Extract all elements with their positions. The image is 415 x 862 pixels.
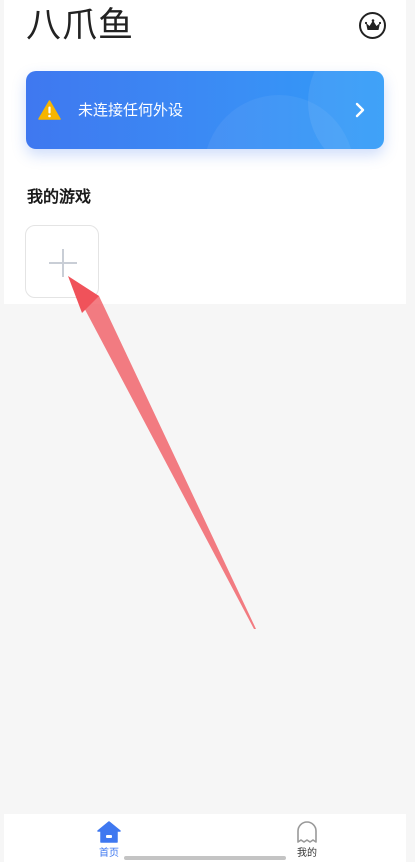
home-icon [97, 821, 121, 843]
ghost-icon [297, 821, 317, 843]
device-connection-card[interactable]: 未连接任何外设 [26, 71, 384, 149]
crown-icon [364, 19, 381, 30]
tab-home[interactable]: 首页 [82, 820, 136, 860]
vip-button[interactable] [359, 12, 386, 39]
chevron-right-icon [355, 102, 365, 118]
tab-bar: 首页 我的 [4, 814, 406, 862]
tab-mine[interactable]: 我的 [280, 820, 334, 860]
home-indicator [124, 856, 286, 860]
device-status-text: 未连接任何外设 [78, 101, 184, 119]
my-games-heading: 我的游戏 [27, 187, 92, 206]
page-title: 八爪鱼 [26, 6, 135, 46]
plus-icon [49, 249, 77, 277]
warning-icon [38, 100, 61, 120]
add-game-button[interactable] [25, 225, 99, 298]
tab-label: 我的 [297, 848, 317, 859]
